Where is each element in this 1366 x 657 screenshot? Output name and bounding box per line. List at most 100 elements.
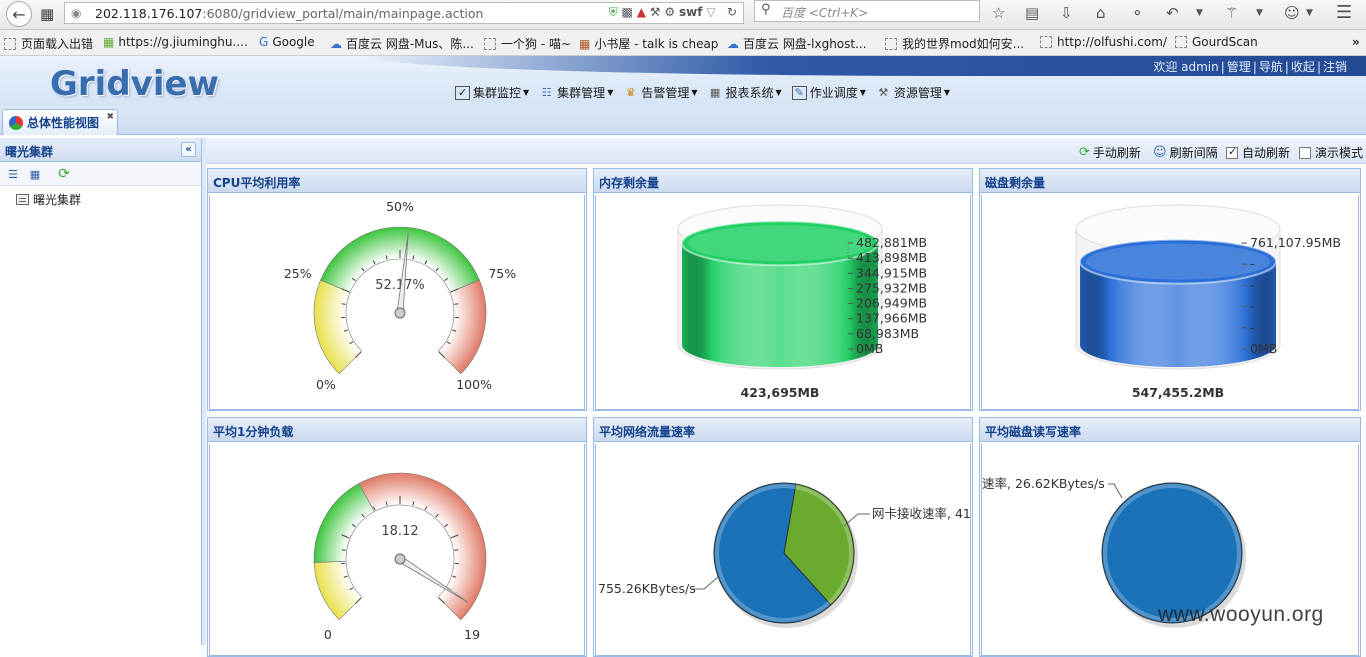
menu-report-system[interactable]: ▦报表系统▼	[708, 84, 782, 101]
nav-link[interactable]: 导航	[1259, 60, 1283, 74]
cpu-gauge-chart: 0%25%50%75%100%52.17%	[210, 195, 585, 410]
gauge-pivot	[395, 554, 405, 564]
auto-refresh-checkbox[interactable]: 自动刷新	[1226, 144, 1290, 161]
menu-cluster-manage[interactable]: ☷集群管理▼	[539, 84, 613, 101]
shield-icon[interactable]: ⛨	[609, 5, 618, 19]
collapse-icon[interactable]: «	[181, 142, 196, 157]
book-icon: ▦	[579, 37, 590, 51]
net-panel: 平均网络流量速率 网卡接收速率, 418755.26KBytes/s	[593, 417, 973, 657]
bookmark-item[interactable]: GGoogle	[259, 35, 315, 49]
menu-icon[interactable]: ☰	[1336, 2, 1352, 23]
collapse-all-icon[interactable]: ▦	[27, 166, 43, 182]
bookmark-item[interactable]: ▦https://g.jiuminghu....	[103, 35, 248, 49]
reload-icon[interactable]: ↻	[727, 5, 737, 19]
gear-icon[interactable]: ⚙	[664, 5, 675, 19]
chevron-down-icon[interactable]: ▼	[1306, 8, 1313, 18]
profile-icon[interactable]: ☺	[1284, 4, 1300, 22]
memory-chart-area: 482,881MB413,898MB344,915MB275,932MB206,…	[595, 195, 971, 410]
collapse-link[interactable]: 收起	[1291, 60, 1315, 74]
cylinder-tick-label: 0MB	[856, 341, 883, 356]
swf-badge[interactable]: swf	[679, 5, 702, 19]
auto-refresh-check[interactable]	[1226, 147, 1238, 159]
separator: |	[1317, 60, 1321, 74]
bookmark-item[interactable]: 一个狗 - 喵~	[484, 35, 571, 52]
bookmarks-overflow-icon[interactable]: »	[1352, 35, 1360, 49]
bookmark-item[interactable]: http://olfushi.com/	[1040, 35, 1167, 49]
cylinder-tick-label: -	[1250, 320, 1255, 335]
adblock-icon[interactable]: ▲	[637, 5, 646, 19]
pie-label-connector	[692, 577, 718, 589]
memory-panel-title: 内存剩余量	[594, 169, 972, 193]
chevron-down-icon[interactable]: ▼	[1256, 8, 1263, 18]
page-icon	[1175, 36, 1187, 48]
cylinder-tick-label: -	[1250, 277, 1255, 292]
download-icon[interactable]: ⇩	[1060, 4, 1073, 22]
refresh-icon[interactable]: ⟳	[56, 166, 72, 182]
bookmark-item[interactable]: 我的世界mod如何安...	[885, 35, 1024, 52]
manual-refresh-button[interactable]: ⟳手动刷新	[1079, 144, 1141, 161]
watermark: www.wooyun.org	[1158, 603, 1324, 627]
tool-icon[interactable]: ⚒	[650, 5, 661, 19]
chevron-down-icon: ▼	[860, 88, 866, 97]
address-bar[interactable]: ◉ 202.118.176.107:6080/gridview_portal/m…	[64, 2, 744, 24]
bookmark-item[interactable]: ☁百度云 网盘-lxghost...	[727, 35, 867, 52]
search-input[interactable]: ⚲ 百度 <Ctrl+K>	[754, 0, 980, 22]
close-icon[interactable]: ✖	[106, 112, 114, 122]
chevron-down-icon[interactable]: ▼	[1196, 8, 1203, 18]
pie-label: 755.26KBytes/s	[598, 581, 696, 596]
pie-label-connector	[1108, 484, 1122, 498]
page-icon	[885, 38, 897, 50]
tab-label: 总体性能视图	[27, 114, 99, 131]
demo-mode-checkbox[interactable]: 演示模式	[1299, 144, 1363, 161]
undo-icon[interactable]: ↶	[1166, 4, 1179, 22]
load-gauge-chart: 01918.12	[210, 444, 585, 656]
cloud-icon: ☁	[727, 37, 739, 51]
search-icon: ⚲	[761, 2, 771, 17]
chat-icon[interactable]: ⚬	[1131, 4, 1144, 22]
gauge-tick-label: 75%	[488, 266, 516, 281]
gauge-tick-label: 25%	[284, 266, 312, 281]
diskio-panel-title: 平均磁盘读写速率	[980, 418, 1360, 442]
menu-cluster-monitor[interactable]: ✓集群监控▼	[455, 84, 529, 101]
admin-link[interactable]: 管理	[1227, 60, 1251, 74]
chevron-down-icon[interactable]: ▽	[706, 5, 715, 19]
bookmark-item[interactable]: ☁百度云 网盘-Mus、陈...	[330, 35, 474, 52]
bookmark-item[interactable]: GourdScan	[1175, 35, 1258, 49]
home-icon[interactable]: ⌂	[1096, 4, 1106, 22]
disk-panel: 磁盘剩余量 761,107.95MB----0MB547,455.2MB	[979, 168, 1361, 411]
disk-cylinder-chart: 761,107.95MB----0MB547,455.2MB	[982, 195, 1359, 410]
menu-alert-manage[interactable]: ♛告警管理▼	[623, 84, 697, 101]
reading-list-icon[interactable]: ▤	[1025, 4, 1039, 22]
menu-job-schedule[interactable]: ✎作业调度▼	[792, 84, 866, 101]
gauge-tick-label: 0%	[316, 377, 336, 392]
left-panel-title: 曙光集群	[5, 145, 53, 159]
gauge-tick-label: 19	[464, 627, 480, 642]
cylinder-tick-label: -	[1250, 299, 1255, 314]
extension-icon[interactable]: ⚚	[1225, 4, 1238, 22]
tab-overview[interactable]: 总体性能视图 ✖	[2, 109, 118, 135]
bookmark-icon: ▦	[103, 35, 114, 49]
bookmark-item[interactable]: ▦小书屋 - talk is cheap	[579, 35, 718, 52]
splitter[interactable]	[202, 138, 206, 645]
report-icon: ▦	[708, 86, 723, 100]
qr-icon[interactable]: ▩	[622, 5, 633, 19]
back-icon[interactable]: ←	[6, 1, 32, 27]
demo-mode-check[interactable]	[1299, 147, 1311, 159]
left-panel-header: 曙光集群 «	[0, 138, 201, 162]
tree-node-label: 曙光集群	[33, 191, 81, 208]
logout-link[interactable]: 注销	[1323, 60, 1347, 74]
bookmark-item[interactable]: 页面载入出错	[4, 35, 93, 52]
network-icon: ☷	[539, 86, 554, 100]
bookmarks-bar: 页面载入出错 ▦https://g.jiuminghu.... GGoogle …	[0, 30, 1366, 56]
net-chart-area: 网卡接收速率, 418755.26KBytes/s	[595, 444, 971, 656]
tree-node-cluster[interactable]: 曙光集群	[16, 191, 81, 208]
refresh-interval-button[interactable]: ☺刷新间隔	[1153, 144, 1218, 161]
browser-toolbar: ← ▦ ◉ 202.118.176.107:6080/gridview_port…	[0, 0, 1366, 30]
expand-all-icon[interactable]: ☰	[5, 166, 21, 182]
cylinder-tick-label: 68,983MB	[856, 326, 919, 341]
pie-slice	[1102, 483, 1242, 623]
menu-resource-manage[interactable]: ⚒资源管理▼	[876, 84, 950, 101]
star-icon[interactable]: ☆	[992, 4, 1005, 22]
folder-icon[interactable]: ▦	[40, 3, 54, 25]
gauge-tick-label: 50%	[386, 199, 414, 214]
